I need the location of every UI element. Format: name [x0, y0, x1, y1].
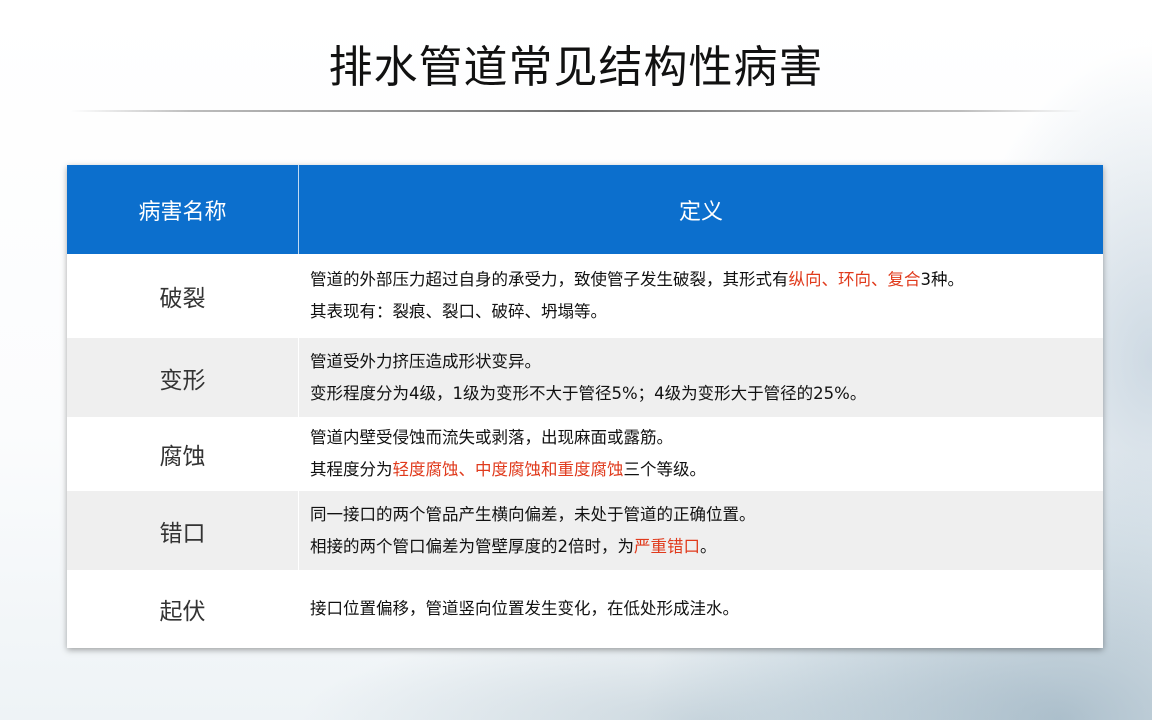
definition-line: 变形程度分为4级，1级为变形不大于管径5%；4级为变形大于管径的25%。	[310, 378, 1103, 410]
definition-line: 管道内壁受侵蚀而流失或剥落，出现麻面或露筋。	[310, 422, 1103, 454]
definition-line: 其表现有：裂痕、裂口、破碎、坍塌等。	[310, 296, 1103, 328]
title-divider	[70, 110, 1082, 112]
definition-line: 其程度分为轻度腐蚀、中度腐蚀和重度腐蚀三个等级。	[310, 454, 1103, 486]
defect-name: 破裂	[67, 254, 299, 338]
definition-line: 管道的外部压力超过自身的承受力，致使管子发生破裂，其形式有纵向、环向、复合3种。	[310, 264, 1103, 296]
text: 管道内壁受侵蚀而流失或剥落，出现麻面或露筋。	[310, 428, 673, 447]
defect-name: 错口	[67, 491, 299, 570]
text: 接口位置偏移，管道竖向位置发生变化，在低处形成洼水。	[310, 599, 739, 618]
definition-line: 接口位置偏移，管道竖向位置发生变化，在低处形成洼水。	[310, 593, 1103, 625]
text: 3种。	[920, 270, 965, 289]
highlight-text: 纵向、环向、复合	[788, 270, 921, 289]
defect-definition: 接口位置偏移，管道竖向位置发生变化，在低处形成洼水。	[299, 570, 1103, 648]
page-title: 排水管道常见结构性病害	[328, 42, 824, 93]
text: 。	[700, 536, 717, 556]
text: 变形程度分为4级，1级为变形不大于管径5%；4级为变形大于管径的25%。	[310, 383, 867, 403]
defect-name: 腐蚀	[67, 417, 299, 491]
defect-name: 变形	[67, 338, 299, 417]
highlight-text: 轻度腐蚀、中度腐蚀和重度腐蚀	[392, 460, 624, 479]
definition-line: 相接的两个管口偏差为管壁厚度的2倍时，为严重错口。	[310, 531, 1103, 563]
text: 其表现有：裂痕、裂口、破碎、坍塌等。	[310, 302, 607, 321]
defect-definition: 同一接口的两个管品产生横向偏差，未处于管道的正确位置。 相接的两个管口偏差为管壁…	[299, 491, 1103, 570]
table-row: 起伏 接口位置偏移，管道竖向位置发生变化，在低处形成洼水。	[67, 570, 1103, 648]
text: 其程度分为	[310, 460, 393, 479]
text: 同一接口的两个管品产生横向偏差，未处于管道的正确位置。	[310, 504, 756, 524]
defect-definition: 管道受外力挤压造成形状变异。 变形程度分为4级，1级为变形不大于管径5%；4级为…	[299, 338, 1103, 417]
text: 三个等级。	[623, 460, 707, 479]
text: 管道的外部压力超过自身的承受力，致使管子发生破裂，其形式有	[310, 270, 789, 289]
table-row: 变形 管道受外力挤压造成形状变异。 变形程度分为4级，1级为变形不大于管径5%；…	[67, 338, 1103, 417]
highlight-text: 严重错口	[634, 536, 700, 556]
definition-line: 管道受外力挤压造成形状变异。	[310, 346, 1103, 378]
table-header: 病害名称 定义	[67, 165, 1103, 254]
table-row: 破裂 管道的外部压力超过自身的承受力，致使管子发生破裂，其形式有纵向、环向、复合…	[67, 254, 1103, 338]
table-row: 错口 同一接口的两个管品产生横向偏差，未处于管道的正确位置。 相接的两个管口偏差…	[67, 491, 1103, 570]
text: 相接的两个管口偏差为管壁厚度的2倍时，为	[310, 536, 634, 556]
defect-definition: 管道内壁受侵蚀而流失或剥落，出现麻面或露筋。 其程度分为轻度腐蚀、中度腐蚀和重度…	[299, 417, 1103, 491]
defect-name: 起伏	[67, 570, 299, 648]
header-name: 病害名称	[67, 165, 299, 254]
text: 管道受外力挤压造成形状变异。	[310, 351, 541, 371]
definition-line: 同一接口的两个管品产生横向偏差，未处于管道的正确位置。	[310, 499, 1103, 531]
header-definition: 定义	[678, 199, 723, 225]
defect-definition: 管道的外部压力超过自身的承受力，致使管子发生破裂，其形式有纵向、环向、复合3种。…	[299, 254, 1103, 338]
table-row: 腐蚀 管道内壁受侵蚀而流失或剥落，出现麻面或露筋。 其程度分为轻度腐蚀、中度腐蚀…	[67, 417, 1103, 491]
defects-table: 病害名称 定义 破裂 管道的外部压力超过自身的承受力，致使管子发生破裂，其形式有…	[67, 165, 1103, 648]
